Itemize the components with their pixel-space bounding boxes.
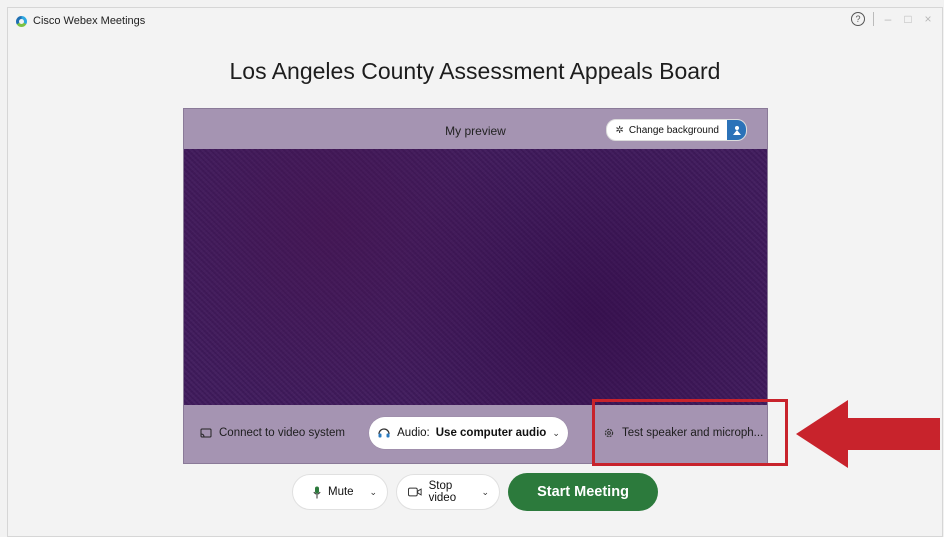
divider: [873, 12, 874, 26]
help-icon[interactable]: ?: [851, 12, 865, 26]
chevron-down-icon[interactable]: ⌄: [481, 487, 489, 498]
close-button[interactable]: ×: [922, 12, 934, 26]
headset-icon: [378, 428, 390, 438]
cast-icon: [200, 428, 212, 438]
person-icon: [732, 126, 741, 135]
webex-logo-icon: [16, 16, 27, 27]
window-controls: ? – □ ×: [851, 12, 934, 26]
meeting-controls: Mute ⌄ Stop video ⌄ Start Meeting: [292, 473, 658, 511]
connect-video-system-button[interactable]: Connect to video system: [200, 427, 345, 439]
red-arrow-icon: [796, 400, 940, 468]
audio-value: Use computer audio: [435, 427, 547, 439]
change-background-label: Change background: [628, 124, 719, 136]
title-bar: Cisco Webex Meetings ? – □ ×: [8, 8, 942, 36]
camera-icon: [408, 487, 422, 497]
camera-feed: [184, 149, 767, 405]
audio-prefix: Audio:: [397, 427, 430, 439]
mute-label: Mute: [328, 486, 354, 498]
change-background-button[interactable]: ✲ Change background: [607, 120, 727, 140]
start-meeting-button[interactable]: Start Meeting: [508, 473, 658, 511]
connect-video-label: Connect to video system: [219, 427, 345, 439]
audio-selector[interactable]: Audio: Use computer audio ⌄: [369, 417, 568, 449]
maximize-button[interactable]: □: [902, 12, 914, 26]
chevron-down-icon: ⌄: [552, 427, 560, 438]
chevron-down-icon[interactable]: ⌄: [369, 487, 377, 498]
mute-button[interactable]: Mute ⌄: [292, 474, 388, 510]
minimize-button[interactable]: –: [882, 12, 894, 26]
background-options-button[interactable]: [727, 120, 746, 140]
mute-main: Mute: [313, 486, 354, 499]
wand-icon: ✲: [615, 124, 624, 136]
stop-video-label: Stop video: [428, 480, 457, 504]
highlight-box: [592, 399, 788, 466]
change-background-control: ✲ Change background: [605, 119, 747, 141]
stop-video-main: Stop video: [408, 480, 481, 504]
meeting-title: Los Angeles County Assessment Appeals Bo…: [229, 58, 721, 84]
app-title: Cisco Webex Meetings: [33, 15, 146, 27]
stop-video-button[interactable]: Stop video ⌄: [396, 474, 500, 510]
microphone-icon: [313, 486, 321, 498]
